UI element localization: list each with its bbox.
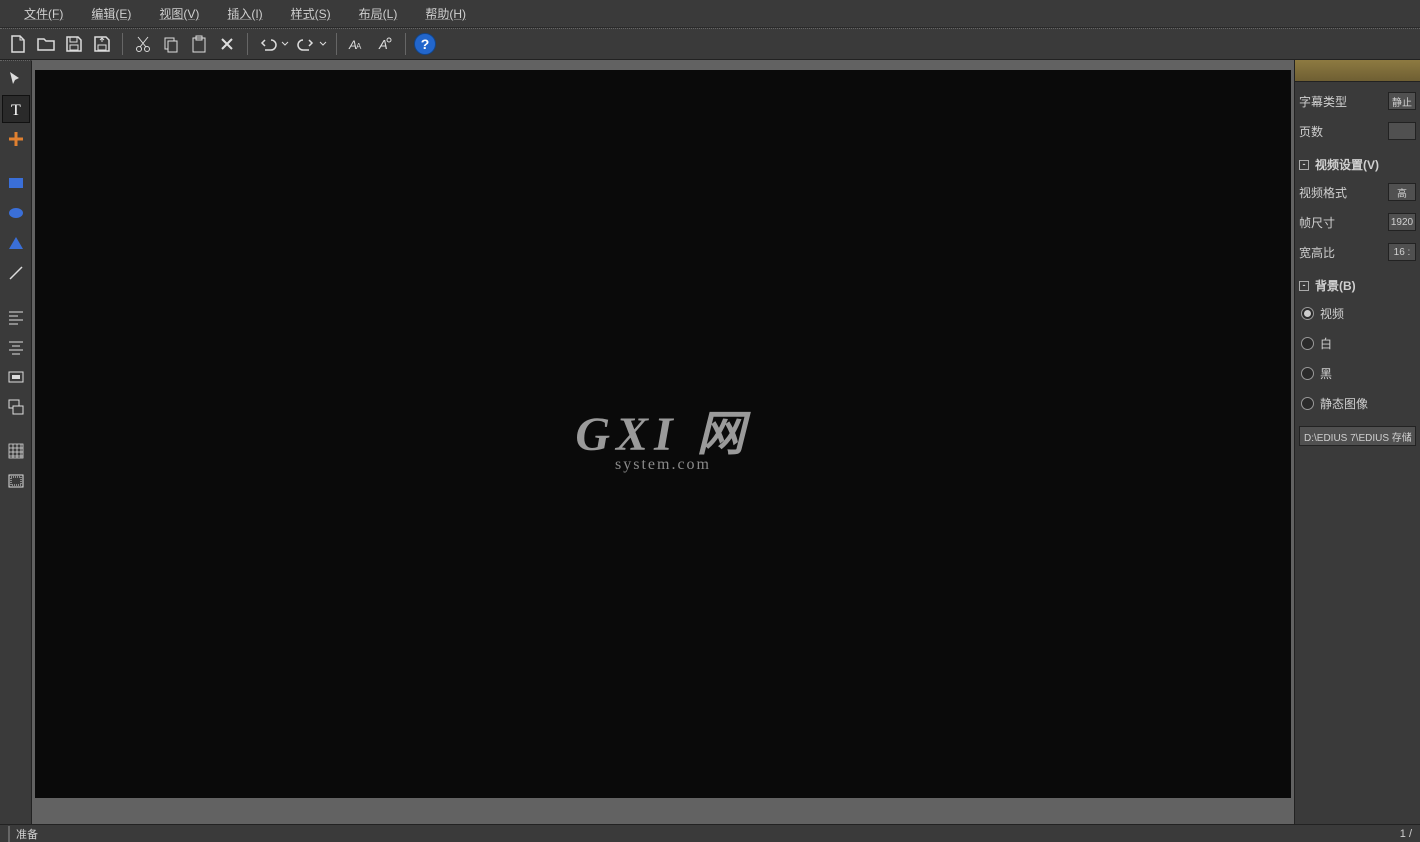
text-tool[interactable]: T — [2, 95, 30, 123]
rectangle-tool[interactable] — [2, 169, 30, 197]
watermark-main: GXI 网 — [575, 394, 750, 464]
redo-dropdown-arrow[interactable] — [318, 32, 328, 56]
video-section-header[interactable]: - 视频设置(V) — [1299, 156, 1416, 173]
watermark: GXI 网 system.com — [575, 394, 750, 474]
bg-white-option[interactable]: 白 — [1299, 332, 1416, 354]
title-type-label: 字幕类型 — [1299, 93, 1347, 110]
svg-text:A: A — [356, 42, 362, 51]
bg-black-option[interactable]: 黑 — [1299, 362, 1416, 384]
copy-button[interactable] — [159, 32, 183, 56]
radio-icon — [1301, 367, 1314, 380]
safe-area-tool[interactable] — [2, 467, 30, 495]
grid-tool[interactable] — [2, 437, 30, 465]
undo-dropdown-arrow[interactable] — [280, 32, 290, 56]
frame-size-value[interactable]: 1920 — [1388, 213, 1416, 231]
panel-header[interactable] — [1295, 60, 1420, 82]
pages-value[interactable] — [1388, 122, 1416, 140]
image-tool[interactable] — [2, 125, 30, 153]
fit-tool[interactable] — [2, 363, 30, 391]
menu-insert[interactable]: 插入(I) — [213, 1, 276, 26]
properties-panel: 字幕类型 静止 页数 - 视频设置(V) 视频格式 高 帧尺寸 1920 宽高比 — [1294, 60, 1420, 842]
redo-button[interactable] — [294, 32, 328, 56]
radio-icon — [1301, 337, 1314, 350]
svg-text:A: A — [378, 37, 388, 52]
open-button[interactable] — [34, 32, 58, 56]
layers-tool[interactable] — [2, 393, 30, 421]
paste-button[interactable] — [187, 32, 211, 56]
cut-button[interactable] — [131, 32, 155, 56]
background-section-header[interactable]: - 背景(B) — [1299, 277, 1416, 294]
aspect-value[interactable]: 16 : — [1388, 243, 1416, 261]
page-indicator: 1 / — [1400, 828, 1412, 840]
title-type-value[interactable]: 静止 — [1388, 92, 1416, 110]
menu-layout[interactable]: 布局(L) — [345, 1, 412, 26]
toolbox: T — [0, 60, 32, 842]
menu-help[interactable]: 帮助(H) — [411, 1, 480, 26]
disclose-icon: - — [1299, 281, 1309, 291]
align-left-tool[interactable] — [2, 303, 30, 331]
help-button[interactable]: ? — [414, 33, 436, 55]
menu-edit[interactable]: 编辑(E) — [77, 1, 145, 26]
triangle-tool[interactable] — [2, 229, 30, 257]
video-format-label: 视频格式 — [1299, 184, 1347, 201]
save-button[interactable] — [62, 32, 86, 56]
disclose-icon: - — [1299, 160, 1309, 170]
menu-view[interactable]: 视图(V) — [145, 1, 213, 26]
canvas-area: GXI 网 system.com — [32, 60, 1294, 842]
select-tool[interactable] — [2, 65, 30, 93]
path-field[interactable]: D:\EDIUS 7\EDIUS 存储 — [1299, 426, 1416, 446]
frame-size-label: 帧尺寸 — [1299, 214, 1335, 231]
ellipse-tool[interactable] — [2, 199, 30, 227]
canvas[interactable]: GXI 网 system.com — [35, 70, 1291, 798]
video-format-value[interactable]: 高 — [1388, 183, 1416, 201]
undo-button[interactable] — [256, 32, 290, 56]
delete-button[interactable] — [215, 32, 239, 56]
menu-file[interactable]: 文件(F) — [10, 1, 77, 26]
pages-label: 页数 — [1299, 123, 1323, 140]
radio-icon — [1301, 307, 1314, 320]
text-style-a-button[interactable]: AA — [345, 32, 369, 56]
status-text: 准备 — [8, 826, 38, 842]
new-button[interactable] — [6, 32, 30, 56]
bg-video-option[interactable]: 视频 — [1299, 302, 1416, 324]
svg-text:T: T — [11, 102, 21, 118]
menu-bar: 文件(F) 编辑(E) 视图(V) 插入(I) 样式(S) 布局(L) 帮助(H… — [0, 0, 1420, 28]
menu-style[interactable]: 样式(S) — [277, 1, 345, 26]
radio-icon — [1301, 397, 1314, 410]
line-tool[interactable] — [2, 259, 30, 287]
save-as-button[interactable] — [90, 32, 114, 56]
align-center-tool[interactable] — [2, 333, 30, 361]
toolbar: AA A ? — [0, 28, 1420, 60]
status-bar: 准备 1 / — [0, 824, 1420, 842]
bg-still-option[interactable]: 静态图像 — [1299, 392, 1416, 414]
text-style-b-button[interactable]: A — [373, 32, 397, 56]
aspect-label: 宽高比 — [1299, 244, 1335, 261]
